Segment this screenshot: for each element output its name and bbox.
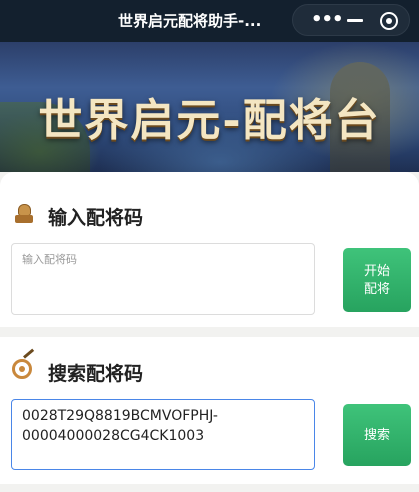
search-code-input[interactable]: 0028T29Q8819BCMVOFPHJ-00004000028CG4CK10… [11, 399, 315, 470]
search-button[interactable]: 搜索 [343, 404, 411, 466]
search-section-title: 搜索配将码 [48, 363, 144, 385]
target-icon [12, 348, 35, 379]
input-section-title: 输入配将码 [48, 207, 144, 229]
search-button-label: 搜索 [363, 427, 390, 442]
more-dots-icon[interactable]: ••• [311, 11, 344, 29]
banner-title: 世界启元-配将台 [38, 95, 381, 146]
seal-icon [15, 204, 35, 224]
code-input[interactable] [11, 243, 315, 315]
window-title: 世界启元配将助手-... [118, 12, 262, 30]
input-code-card: 输入配将码 开始 配将 [0, 172, 419, 327]
title-bar: 世界启元配将助手-... ••• [0, 0, 419, 42]
window-capsule: ••• [292, 4, 410, 36]
hero-banner: 世界启元-配将台 [0, 42, 419, 172]
start-matching-label: 开始 配将 [363, 263, 390, 296]
start-matching-button[interactable]: 开始 配将 [343, 248, 411, 312]
search-code-card: 搜索配将码 0028T29Q8819BCMVOFPHJ-00004000028C… [0, 337, 419, 484]
minimize-icon[interactable] [347, 19, 363, 22]
close-target-icon[interactable] [380, 12, 398, 30]
